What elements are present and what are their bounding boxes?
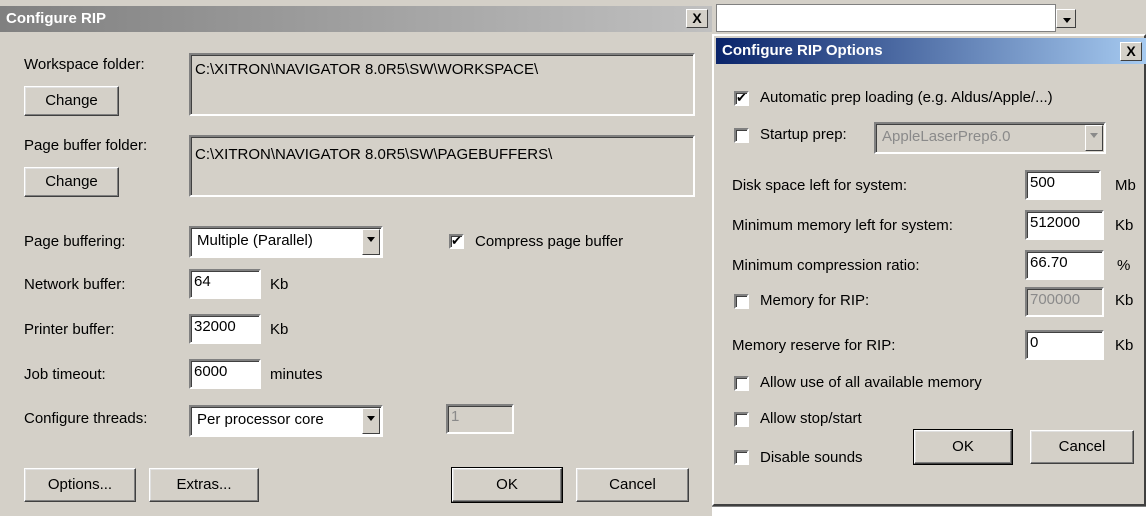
min-memory-unit: Kb [1115,217,1134,234]
job-timeout-input[interactable]: 6000 [189,359,261,389]
memory-rip-checkbox[interactable] [734,294,749,309]
printer-buffer-unit: Kb [270,321,289,338]
job-timeout-unit: minutes [270,366,323,383]
background-window-bottom [712,506,1146,516]
workspace-change-button[interactable]: Change [24,86,119,116]
pagebuffer-label: Page buffer folder: [24,137,148,154]
chevron-down-icon[interactable] [362,229,380,255]
network-buffer-input[interactable]: 64 [189,269,261,299]
allow-all-memory-label: Allow use of all available memory [760,374,982,391]
options-button[interactable]: Options... [24,468,136,502]
threads-select[interactable]: Per processor core [189,405,383,437]
memory-rip-label: Memory for RIP: [760,292,870,309]
min-compression-value: 66.70 [1030,254,1068,271]
compress-checkbox[interactable] [449,233,464,249]
threads-count-value: 1 [451,408,460,425]
disk-space-input[interactable]: 500 [1025,170,1101,200]
chevron-down-icon[interactable] [362,408,380,434]
disk-space-value: 500 [1030,174,1056,191]
main-title-bar: Configure RIP [0,6,712,32]
page-buffering-select[interactable]: Multiple (Parallel) [189,226,383,258]
options-ok-button[interactable]: OK [913,429,1013,465]
network-buffer-unit: Kb [270,276,289,293]
pagebuffer-path-field[interactable]: C:\XITRON\NAVIGATOR 8.0R5\SW\PAGEBUFFERS… [189,135,695,197]
startup-prep-checkbox[interactable] [734,128,749,143]
workspace-path-field[interactable]: C:\XITRON\NAVIGATOR 8.0R5\SW\WORKSPACE\ [189,53,695,116]
startup-prep-select[interactable]: AppleLaserPrep6.0 [874,122,1106,154]
background-dropdown-button[interactable] [1056,9,1076,28]
threads-value: Per processor core [197,411,324,428]
extras-button[interactable]: Extras... [149,468,259,502]
job-timeout-value: 6000 [194,363,228,380]
disk-space-unit: Mb [1115,177,1136,194]
cancel-button[interactable]: Cancel [576,468,689,502]
network-buffer-label: Network buffer: [24,276,126,293]
options-title-bar: Configure RIP Options [716,38,1146,64]
threads-label: Configure threads: [24,410,148,427]
memory-rip-input[interactable]: 700000 [1025,287,1104,317]
memory-rip-unit: Kb [1115,292,1134,309]
pagebuffer-change-button[interactable]: Change [24,167,119,197]
threads-count-input[interactable]: 1 [446,404,514,434]
chevron-down-icon[interactable] [1085,125,1103,151]
memory-reserve-value: 0 [1030,334,1039,351]
main-title: Configure RIP [6,10,106,27]
printer-buffer-label: Printer buffer: [24,321,115,338]
allow-stop-start-label: Allow stop/start [760,410,862,427]
min-memory-input[interactable]: 512000 [1025,210,1104,240]
disable-sounds-label: Disable sounds [760,449,863,466]
auto-prep-checkbox[interactable] [734,90,749,106]
pagebuffer-path: C:\XITRON\NAVIGATOR 8.0R5\SW\PAGEBUFFERS… [195,146,553,163]
startup-prep-value: AppleLaserPrep6.0 [882,128,1011,145]
auto-prep-label: Automatic prep loading (e.g. Aldus/Apple… [760,89,1053,106]
memory-reserve-label: Memory reserve for RIP: [732,337,896,354]
workspace-label: Workspace folder: [24,56,145,73]
min-compression-unit: % [1117,257,1131,274]
close-icon: X [692,10,702,26]
main-close-button[interactable]: X [686,9,708,28]
min-compression-input[interactable]: 66.70 [1025,250,1104,280]
memory-reserve-unit: Kb [1115,337,1134,354]
printer-buffer-value: 32000 [194,318,236,335]
memory-rip-value: 700000 [1030,291,1081,308]
options-cancel-button[interactable]: Cancel [1030,430,1134,464]
memory-reserve-input[interactable]: 0 [1025,330,1104,360]
job-timeout-label: Job timeout: [24,366,106,383]
page-buffering-label: Page buffering: [24,233,126,250]
ok-button[interactable]: OK [451,467,563,503]
workspace-path: C:\XITRON\NAVIGATOR 8.0R5\SW\WORKSPACE\ [195,61,539,78]
options-title: Configure RIP Options [722,42,883,59]
startup-prep-label: Startup prep: [760,126,847,143]
disable-sounds-checkbox[interactable] [734,450,749,465]
min-memory-label: Minimum memory left for system: [732,217,953,234]
chevron-down-icon [1059,11,1073,25]
min-memory-value: 512000 [1030,214,1081,231]
allow-stop-start-checkbox[interactable] [734,412,749,427]
compress-label: Compress page buffer [475,233,624,250]
network-buffer-value: 64 [194,273,211,290]
background-field [716,4,1056,32]
allow-all-memory-checkbox[interactable] [734,376,749,391]
printer-buffer-input[interactable]: 32000 [189,314,261,344]
disk-space-label: Disk space left for system: [732,177,908,194]
min-compression-label: Minimum compression ratio: [732,257,920,274]
options-close-button[interactable]: X [1120,42,1142,61]
close-icon: X [1126,43,1136,59]
page-buffering-value: Multiple (Parallel) [197,232,313,249]
